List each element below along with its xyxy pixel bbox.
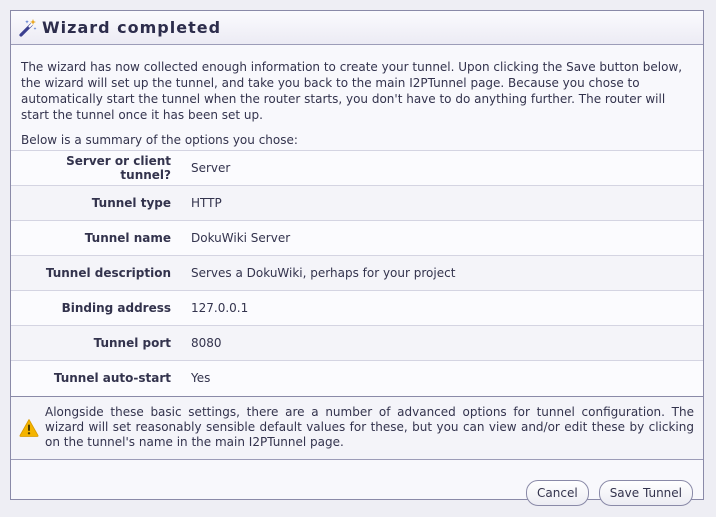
table-row: Tunnel auto-start Yes: [11, 360, 703, 396]
row-value: 8080: [191, 336, 222, 350]
table-row: Tunnel description Serves a DokuWiki, pe…: [11, 255, 703, 291]
cancel-button[interactable]: Cancel: [526, 479, 589, 506]
table-row: Tunnel name DokuWiki Server: [11, 220, 703, 256]
row-label: Binding address: [61, 301, 171, 315]
row-label: Tunnel name: [84, 231, 171, 245]
row-value: Yes: [191, 371, 211, 386]
row-value: 127.0.0.1: [191, 301, 249, 315]
wizard-panel: Wizard completed The wizard has now coll…: [10, 10, 704, 506]
row-label: Server or client tunnel?: [66, 154, 171, 182]
warning-icon: [19, 418, 39, 438]
table-row: Binding address 127.0.0.1: [11, 290, 703, 326]
save-tunnel-button[interactable]: Save Tunnel: [598, 479, 693, 506]
table-row: Tunnel type HTTP: [11, 185, 703, 221]
intro-text: The wizard has now collected enough info…: [11, 45, 703, 150]
notice-text: Alongside these basic settings, there ar…: [45, 405, 694, 449]
advanced-options-notice: Alongside these basic settings, there ar…: [11, 395, 703, 460]
button-bar: Cancel Save Tunnel: [11, 469, 703, 517]
summary-table: Server or client tunnel? Server Tunnel t…: [11, 150, 703, 396]
summary-heading: Below is a summary of the options you ch…: [21, 133, 298, 147]
row-value: Server: [191, 161, 231, 175]
row-value: HTTP: [191, 196, 222, 210]
intro-paragraph: The wizard has now collected enough info…: [21, 60, 683, 122]
page-title: Wizard completed: [42, 18, 222, 37]
row-label: Tunnel type: [91, 196, 171, 210]
title-bar: Wizard completed: [11, 11, 703, 45]
row-value: DokuWiki Server: [191, 231, 291, 245]
table-row: Server or client tunnel? Server: [11, 150, 703, 186]
row-label: Tunnel port: [93, 336, 171, 350]
table-row: Tunnel port 8080: [11, 325, 703, 361]
magic-wand-icon: [18, 18, 38, 38]
row-label: Tunnel auto-start: [53, 371, 171, 386]
row-value: Serves a DokuWiki, perhaps for your proj…: [191, 266, 456, 280]
row-label: Tunnel description: [45, 266, 171, 280]
